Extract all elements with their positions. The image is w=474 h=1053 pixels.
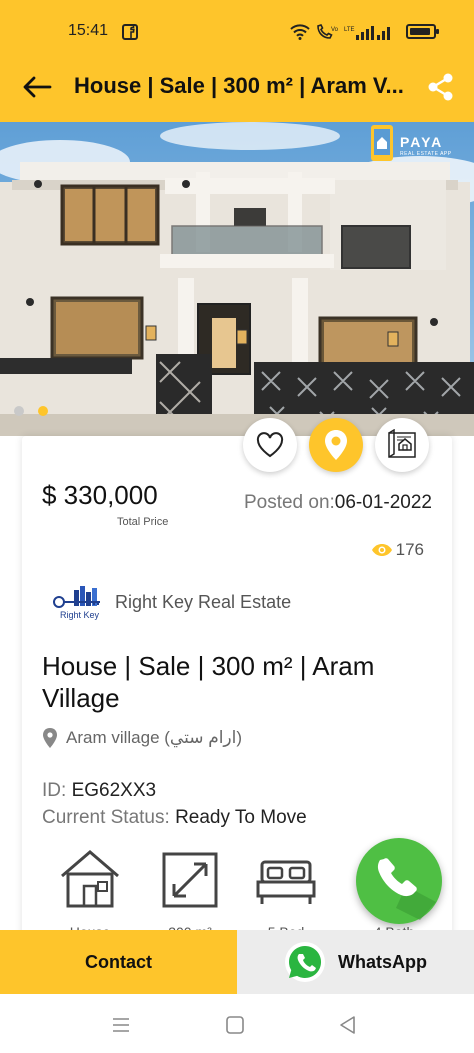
home-icon[interactable] bbox=[224, 1014, 246, 1036]
right-key-logo-icon bbox=[53, 586, 100, 608]
contact-button[interactable]: Contact bbox=[0, 930, 237, 994]
property-photo-carousel[interactable]: PAYA REAL ESTATE APP bbox=[0, 122, 474, 436]
paya-watermark: PAYA REAL ESTATE APP bbox=[368, 124, 460, 164]
status-icons: Vo LTE bbox=[290, 22, 390, 42]
signal-icon: LTE bbox=[344, 26, 390, 40]
bottom-action-bar: Contact WhatsApp bbox=[0, 930, 474, 994]
whatsapp-icon bbox=[285, 942, 325, 982]
whatsapp-button[interactable]: WhatsApp bbox=[237, 930, 474, 994]
price: $ 330,000 bbox=[42, 480, 158, 510]
location-pin-icon bbox=[43, 728, 57, 748]
id-label: ID: bbox=[42, 780, 67, 801]
map-pin-icon bbox=[325, 430, 347, 460]
house-photo bbox=[0, 122, 474, 436]
posted-label: Posted on: bbox=[243, 492, 335, 513]
location-text: Aram village (ارام ستي) bbox=[66, 728, 243, 747]
area-expand-icon bbox=[162, 852, 218, 908]
favorite-button[interactable] bbox=[243, 418, 297, 472]
property-title: House | Sale | 300 m² | Aram Village bbox=[42, 651, 375, 713]
volte-call-icon: Vo bbox=[317, 24, 338, 39]
status-value: Ready To Move bbox=[175, 807, 307, 828]
floor-plan-icon bbox=[388, 429, 416, 458]
system-navigation-bar bbox=[0, 994, 474, 1053]
status-time: 15:41 bbox=[68, 22, 109, 39]
agency-name[interactable]: Right Key Real Estate bbox=[115, 592, 291, 613]
listing-id: ID: EG62XX3 bbox=[42, 780, 156, 802]
arrow-left-icon[interactable] bbox=[20, 72, 56, 102]
agency-logo[interactable]: Right Key bbox=[50, 584, 106, 620]
status-bar: 15:41 Vo LTE bbox=[0, 0, 474, 62]
svg-text:LTE: LTE bbox=[344, 27, 355, 33]
heart-icon bbox=[256, 432, 284, 458]
watermark-title: PAYA bbox=[400, 134, 444, 150]
eye-icon bbox=[371, 544, 392, 556]
listing-status: Current Status: Ready To Move bbox=[42, 807, 307, 829]
app-bar: House | Sale | 300 m² | Aram V... bbox=[0, 62, 474, 122]
id-value: EG62XX3 bbox=[71, 780, 157, 801]
view-count: 176 bbox=[371, 540, 424, 560]
property-location: Aram village (ارام ستي) bbox=[42, 728, 242, 748]
recent-apps-icon[interactable] bbox=[110, 1014, 132, 1036]
back-triangle-icon[interactable] bbox=[337, 1014, 359, 1036]
whatsapp-label: WhatsApp bbox=[338, 951, 427, 972]
house-icon bbox=[61, 850, 119, 908]
phone-handset-icon bbox=[377, 858, 436, 920]
agency-logo-text: Right Key bbox=[60, 610, 100, 620]
status-label: Current Status: bbox=[42, 807, 170, 828]
bed-icon bbox=[256, 860, 316, 904]
posted-date-value: 06-01-2022 bbox=[334, 492, 432, 513]
carousel-indicator bbox=[14, 406, 48, 416]
location-button[interactable] bbox=[309, 418, 363, 472]
battery-icon bbox=[406, 24, 439, 39]
phone-logo-icon bbox=[371, 125, 393, 161]
whatsapp-floating-button[interactable] bbox=[356, 838, 442, 924]
carousel-dot[interactable] bbox=[14, 406, 24, 416]
carousel-dot-active[interactable] bbox=[38, 406, 48, 416]
facebook-notification-icon bbox=[122, 24, 138, 40]
wifi-icon bbox=[290, 24, 310, 40]
posted-date: Posted on:06-01-2022 bbox=[244, 492, 432, 514]
price-label: Total Price bbox=[117, 516, 169, 528]
floor-plan-button[interactable] bbox=[375, 418, 429, 472]
svg-text:Vo: Vo bbox=[331, 27, 338, 33]
views-value: 176 bbox=[395, 540, 424, 559]
share-icon[interactable] bbox=[426, 72, 456, 102]
page-title: House | Sale | 300 m² | Aram V... bbox=[74, 73, 404, 98]
watermark-subtitle: REAL ESTATE APP bbox=[400, 151, 452, 157]
